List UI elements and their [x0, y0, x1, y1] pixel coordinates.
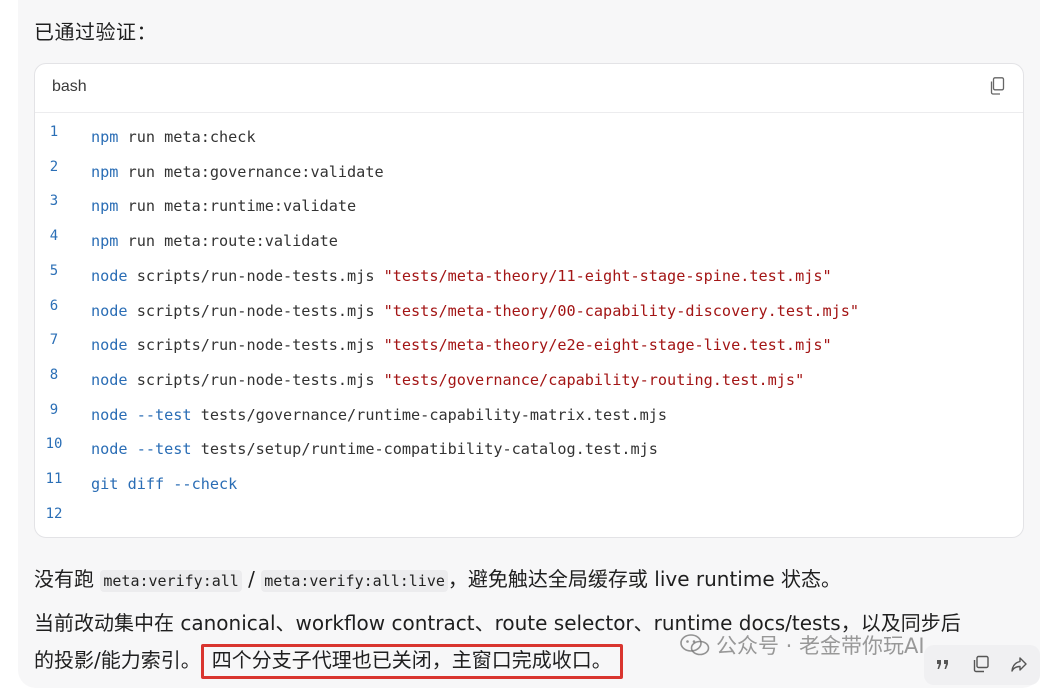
code-line: 1 npm run meta:check: [35, 124, 1023, 149]
code-plain: scripts/run-node-tests.mjs: [127, 301, 384, 320]
code-plain: run meta:governance:validate: [118, 162, 384, 181]
code-keyword: node: [91, 336, 128, 355]
code-string: "tests/meta-theory/11-eight-stage-spine.…: [383, 266, 832, 285]
copy-message-icon[interactable]: [972, 655, 990, 673]
code-text: npm run meta:governance:validate: [91, 160, 384, 184]
code-plain: scripts/run-node-tests.mjs: [127, 336, 384, 355]
line-number: 4: [49, 228, 59, 245]
code-text: npm run meta:check: [91, 125, 256, 149]
code-string: "tests/meta-theory/e2e-eight-stage-live.…: [383, 336, 832, 355]
code-string: "tests/meta-theory/00-capability-discove…: [383, 301, 860, 320]
code-line: 5 node scripts/run-node-tests.mjs "tests/…: [35, 263, 1023, 288]
code-line: 6 node scripts/run-node-tests.mjs "tests/…: [35, 298, 1023, 323]
code-keyword: npm: [91, 232, 119, 251]
line-number: 7: [49, 332, 59, 349]
code-keyword: npm: [91, 162, 119, 181]
highlighted-sentence: 四个分支子代理也已关闭，主窗口完成收口。: [200, 644, 623, 679]
verify-note: 没有跑 meta:verify:all / meta:verify:all:li…: [34, 563, 841, 592]
code-text: node scripts/run-node-tests.mjs "tests/m…: [91, 264, 832, 288]
code-plain: run meta:runtime:validate: [118, 197, 357, 216]
share-icon[interactable]: [1010, 655, 1028, 673]
inline-code-verify-all: meta:verify:all: [100, 570, 242, 592]
code-keyword: node --test: [91, 440, 192, 459]
code-keyword: npm: [91, 197, 119, 216]
code-line: 9 node --test tests/governance/runtime-ca…: [35, 402, 1023, 427]
code-text: git diff --check: [91, 472, 237, 496]
code-plain: tests/governance/runtime-capability-matr…: [191, 405, 668, 424]
copy-icon[interactable]: [989, 77, 1005, 95]
code-line: 10 node --test tests/setup/runtime-compat…: [35, 436, 1023, 461]
code-keyword: node: [91, 266, 128, 285]
code-text: node --test tests/governance/runtime-cap…: [91, 403, 667, 427]
code-text: npm run meta:route:validate: [91, 229, 338, 253]
code-text: node scripts/run-node-tests.mjs "tests/g…: [91, 368, 804, 392]
code-text: node scripts/run-node-tests.mjs "tests/m…: [91, 333, 832, 357]
change-summary-line2: 的投影/能力索引。 四个分支子代理也已关闭，主窗口完成收口。: [34, 644, 623, 679]
quote-icon[interactable]: [934, 655, 952, 673]
code-line: 8 node scripts/run-node-tests.mjs "tests/…: [35, 367, 1023, 392]
line-number: 6: [49, 297, 59, 314]
code-keyword: git diff --check: [91, 475, 238, 493]
line-number: 2: [49, 158, 59, 175]
code-block: bash 1 npm run meta:check 2 npm run meta:go…: [34, 63, 1024, 538]
code-line: 2 npm run meta:governance:validate: [35, 159, 1023, 184]
code-text: npm run meta:runtime:validate: [91, 194, 356, 218]
code-keyword: node --test: [91, 405, 192, 424]
watermark: 公众号 · 老金带你玩AI: [680, 630, 925, 660]
code-line: 7 node scripts/run-node-tests.mjs "tests/…: [35, 332, 1023, 357]
code-string: "tests/governance/capability-routing.tes…: [383, 370, 805, 389]
line-number: 5: [49, 262, 59, 279]
code-plain: run meta:check: [118, 128, 256, 146]
watermark-text: 公众号 · 老金带你玩AI: [716, 634, 925, 658]
intro-text: 已通过验证：: [34, 20, 157, 44]
wechat-logo-icon: [680, 634, 710, 656]
code-plain: scripts/run-node-tests.mjs: [127, 370, 384, 389]
verify-note-before: 没有跑: [34, 567, 101, 591]
code-line: 4 npm run meta:route:validate: [35, 228, 1023, 253]
code-keyword: npm: [91, 128, 119, 146]
code-block-header: bash: [35, 64, 1023, 113]
code-plain: run meta:route:validate: [118, 232, 338, 251]
line-number: 12: [45, 505, 63, 522]
line-number: 1: [49, 124, 59, 140]
code-text: node --test tests/setup/runtime-compatib…: [91, 437, 658, 461]
code-keyword: node: [91, 370, 128, 389]
code-line: 3 npm run meta:runtime:validate: [35, 193, 1023, 218]
change-summary-prefix: 的投影/能力索引。: [34, 648, 201, 672]
line-number: 8: [49, 366, 59, 383]
line-number: 3: [49, 193, 59, 210]
code-keyword: node: [91, 301, 128, 320]
line-number: 11: [45, 471, 63, 487]
code-language-label: bash: [52, 78, 87, 95]
inline-code-verify-all-live: meta:verify:all:live: [261, 570, 448, 592]
line-number: 10: [45, 436, 63, 453]
verify-note-separator: /: [241, 567, 262, 591]
message-actions: [924, 645, 1040, 685]
code-text: node scripts/run-node-tests.mjs "tests/m…: [91, 299, 859, 323]
code-plain: tests/setup/runtime-compatibility-catalo…: [191, 440, 658, 459]
code-plain: scripts/run-node-tests.mjs: [127, 266, 384, 285]
line-number: 9: [49, 401, 59, 418]
code-line: 12: [35, 506, 1023, 531]
code-line: 11 git diff --check: [35, 471, 1023, 496]
verify-note-after: ，避免触达全局缓存或 live runtime 状态。: [447, 567, 841, 591]
